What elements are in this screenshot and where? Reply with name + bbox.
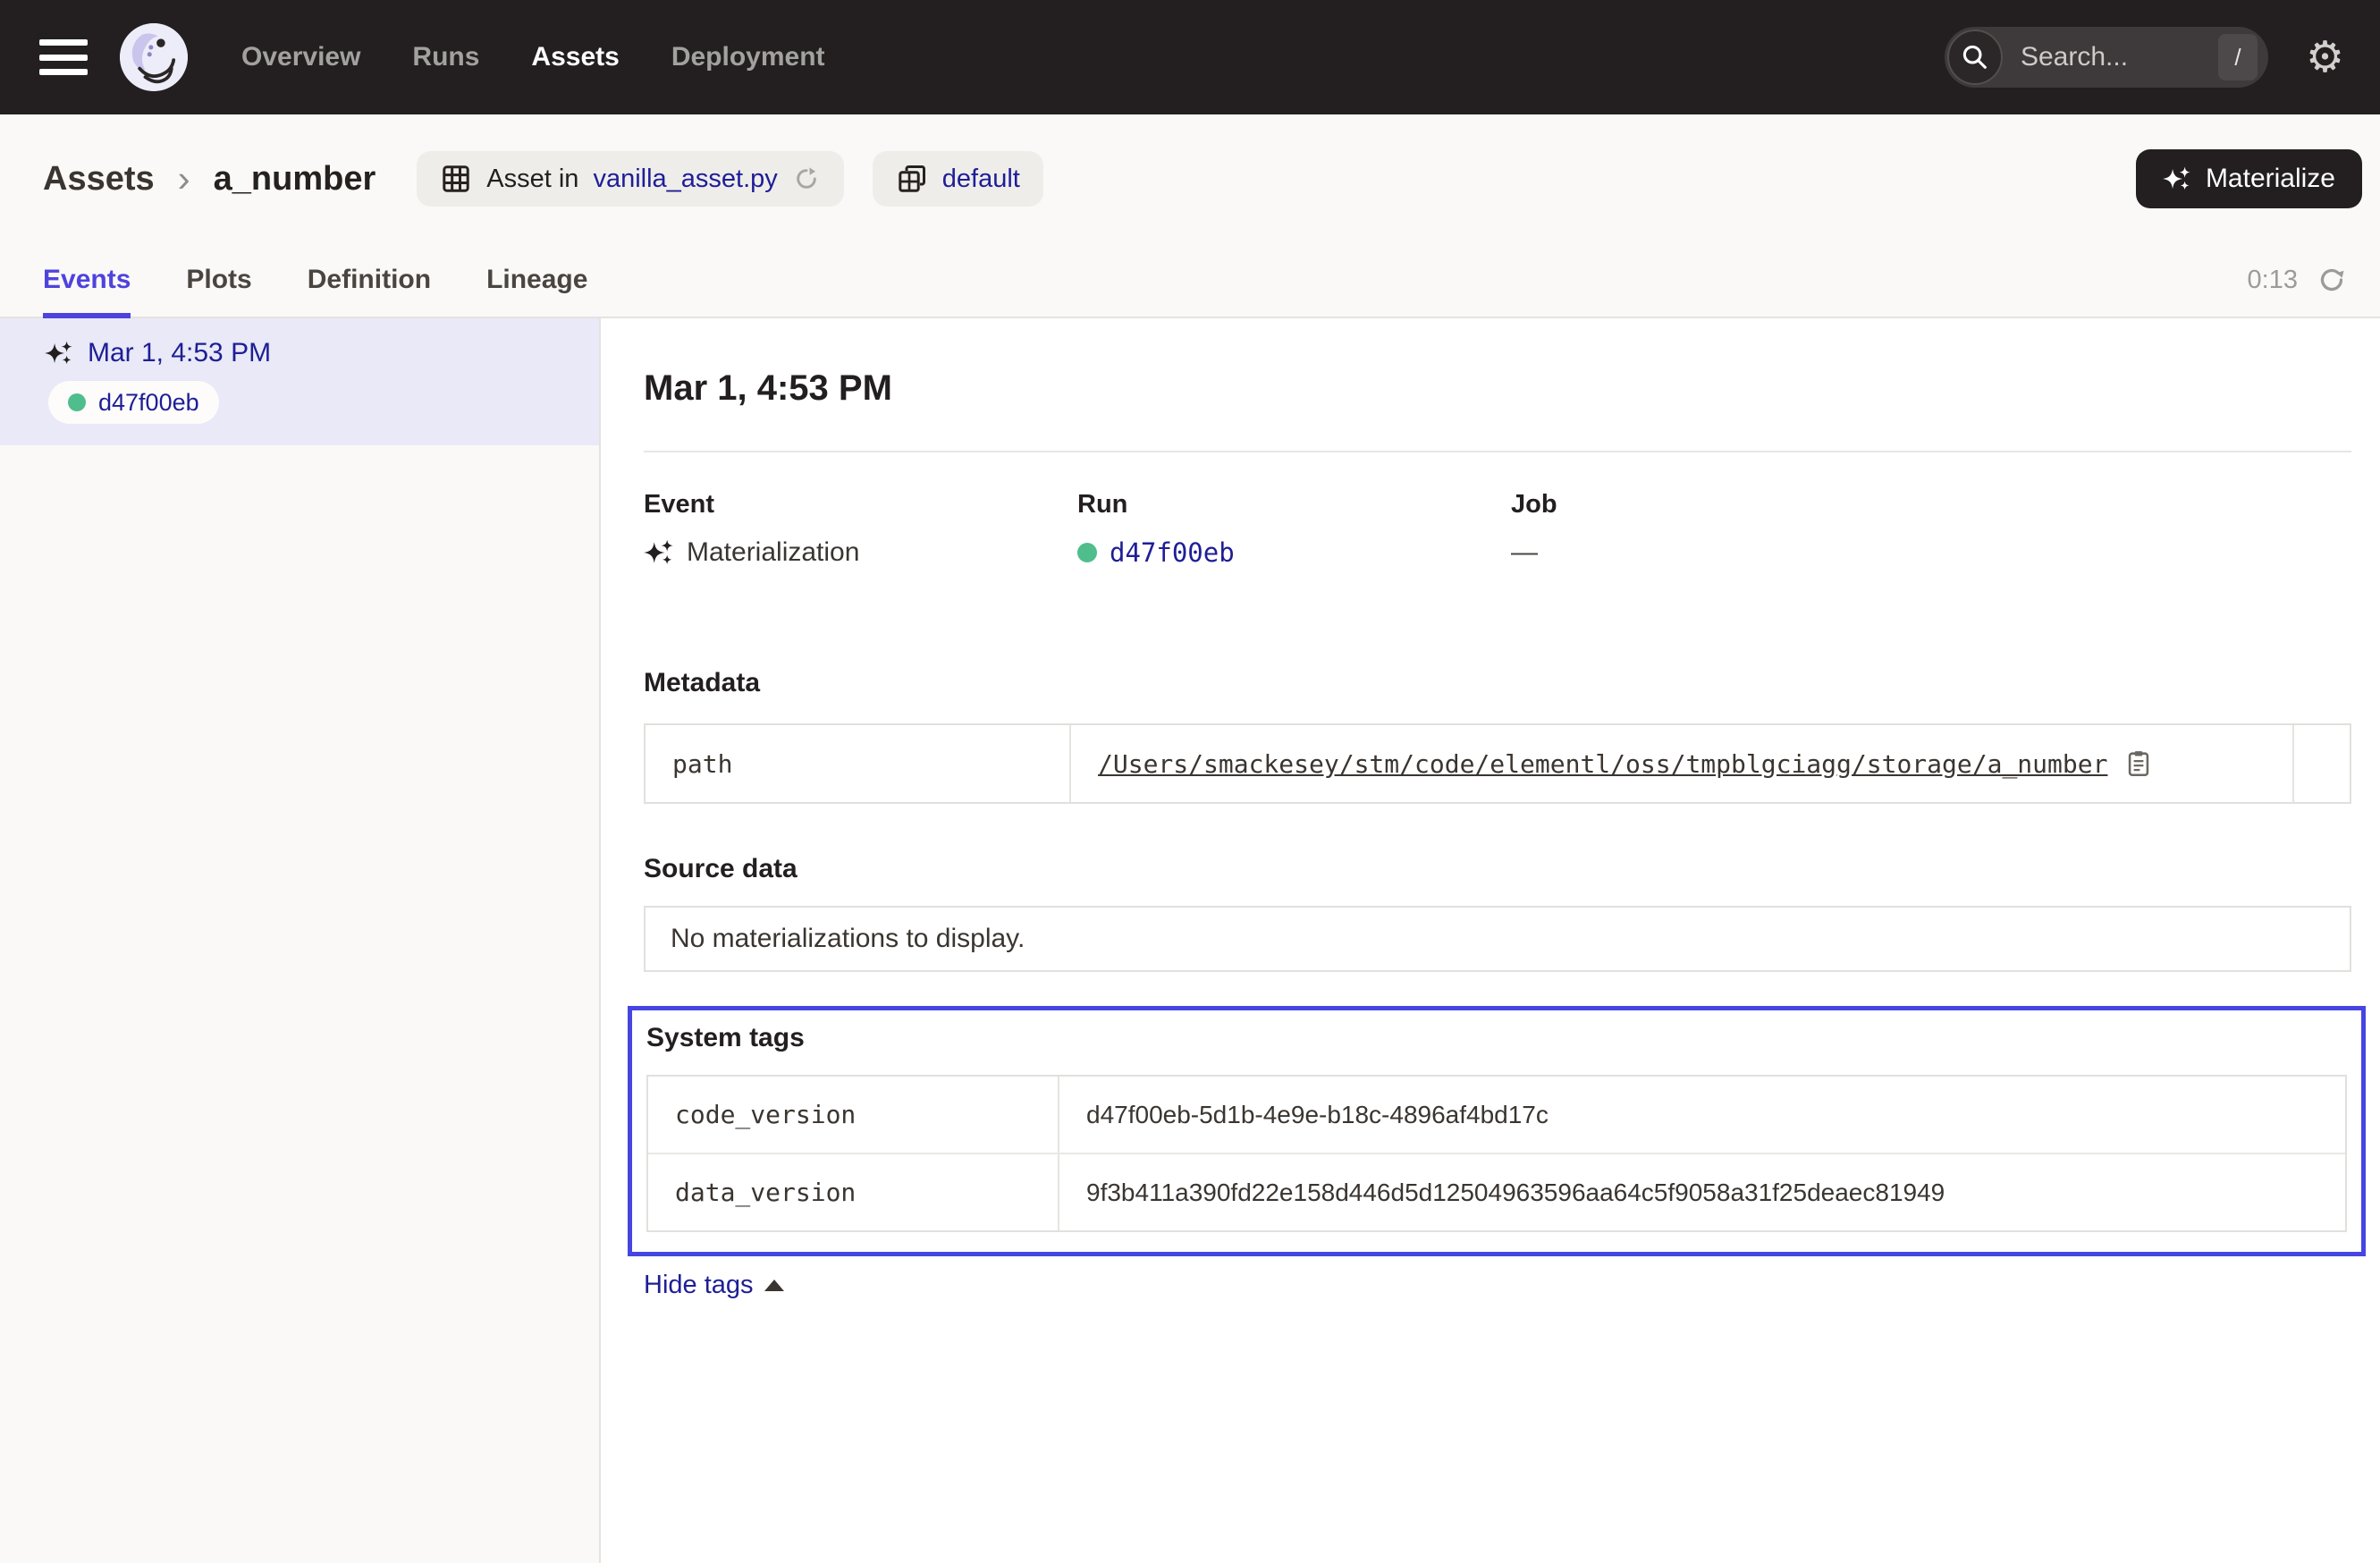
event-column: Event Materialization — [644, 490, 1077, 568]
metadata-heading: Metadata — [644, 668, 2351, 698]
hide-tags-label: Hide tags — [644, 1271, 754, 1300]
nav-runs[interactable]: Runs — [412, 42, 479, 72]
repo-badge[interactable]: default — [873, 151, 1043, 207]
metadata-table: path /Users/smackesey/stm/code/elementl/… — [644, 723, 2351, 804]
system-tag-value: d47f00eb-5d1b-4e9e-b18c-4896af4bd17c — [1086, 1101, 1549, 1129]
asset-header: Assets › a_number Asset in vanilla_asset… — [0, 114, 2380, 243]
hamburger-menu-icon[interactable] — [39, 39, 88, 75]
metadata-path-link[interactable]: /Users/smackesey/stm/code/elementl/oss/t… — [1098, 749, 2107, 779]
tab-lineage[interactable]: Lineage — [486, 243, 587, 317]
breadcrumb-assets-link[interactable]: Assets — [43, 160, 155, 199]
caret-up-icon — [764, 1280, 784, 1291]
tab-plots[interactable]: Plots — [186, 243, 251, 317]
repo-default-link[interactable]: default — [942, 165, 1020, 194]
search-box[interactable]: / — [1945, 27, 2268, 88]
event-run-id: d47f00eb — [98, 389, 199, 417]
divider — [644, 451, 2351, 452]
materialization-sparkle-icon — [644, 537, 674, 568]
copy-to-clipboard-icon[interactable] — [2123, 748, 2154, 779]
asset-definition-badge[interactable]: Asset in vanilla_asset.py — [417, 151, 844, 207]
nav-overview[interactable]: Overview — [241, 42, 360, 72]
event-timestamp-link[interactable]: Mar 1, 4:53 PM — [88, 338, 271, 368]
system-tag-key: code_version — [648, 1077, 1059, 1153]
refresh-countdown: 0:13 — [2248, 266, 2298, 295]
system-tag-value: 9f3b411a390fd22e158d446d5d12504963596aa6… — [1086, 1179, 1945, 1207]
nav-deployment[interactable]: Deployment — [671, 42, 825, 72]
run-column: Run d47f00eb — [1077, 490, 1511, 568]
primary-nav: Overview Runs Assets Deployment — [241, 42, 825, 72]
breadcrumb-chevron-icon: › — [178, 160, 190, 198]
refresh-icon[interactable] — [2316, 264, 2348, 296]
materialize-label: Materialize — [2206, 164, 2335, 194]
run-success-dot — [68, 393, 86, 411]
reload-code-location-icon[interactable] — [792, 165, 821, 193]
job-empty-value: — — [1511, 537, 1538, 568]
tab-events[interactable]: Events — [43, 243, 131, 317]
system-tags-heading: System tags — [646, 1023, 2347, 1053]
asset-file-link[interactable]: vanilla_asset.py — [593, 165, 777, 194]
event-list-item-selected[interactable]: Mar 1, 4:53 PM d47f00eb — [0, 318, 599, 445]
search-input[interactable] — [2021, 42, 2218, 72]
run-success-dot — [1077, 543, 1097, 562]
asset-badge-prefix: Asset in — [486, 165, 578, 194]
dagster-logo[interactable] — [120, 23, 188, 91]
top-nav: Overview Runs Assets Deployment / ⚙ — [0, 0, 2380, 114]
asset-tabs: Events Plots Definition Lineage 0:13 — [0, 243, 2380, 318]
job-column: Job — — [1511, 490, 1945, 568]
job-column-label: Job — [1511, 490, 1945, 520]
table-row: code_version d47f00eb-5d1b-4e9e-b18c-489… — [648, 1077, 2345, 1153]
hide-tags-link[interactable]: Hide tags — [644, 1271, 784, 1300]
asset-grid-icon — [440, 163, 472, 195]
search-shortcut-key: / — [2218, 34, 2258, 80]
settings-gear-icon[interactable]: ⚙ — [2306, 36, 2344, 79]
metadata-key: path — [646, 725, 1071, 802]
event-detail-title: Mar 1, 4:53 PM — [644, 367, 2351, 410]
run-column-label: Run — [1077, 490, 1511, 520]
event-list-sidebar: Mar 1, 4:53 PM d47f00eb — [0, 318, 601, 1563]
event-column-label: Event — [644, 490, 1077, 520]
table-row: data_version 9f3b411a390fd22e158d446d5d1… — [648, 1153, 2345, 1230]
materialize-button[interactable]: Materialize — [2136, 149, 2362, 208]
search-icon — [1947, 30, 2003, 85]
source-data-empty-message: No materializations to display. — [644, 906, 2351, 972]
nav-assets[interactable]: Assets — [531, 42, 619, 72]
repo-copies-icon — [896, 163, 928, 195]
event-detail-panel: Mar 1, 4:53 PM Event Materialization — [601, 318, 2380, 1563]
system-tag-key: data_version — [648, 1154, 1059, 1230]
system-tags-table: code_version d47f00eb-5d1b-4e9e-b18c-489… — [646, 1075, 2347, 1232]
event-type-value: Materialization — [687, 537, 859, 568]
system-tags-highlight-box: System tags code_version d47f00eb-5d1b-4… — [628, 1006, 2366, 1256]
materialization-sparkle-icon — [45, 339, 73, 368]
event-run-tag[interactable]: d47f00eb — [48, 381, 219, 424]
tab-definition[interactable]: Definition — [308, 243, 431, 317]
table-row: path /Users/smackesey/stm/code/elementl/… — [646, 725, 2350, 802]
sparkle-icon — [2163, 165, 2191, 193]
run-id-link[interactable]: d47f00eb — [1110, 537, 1235, 568]
metadata-row-action-cell — [2292, 725, 2350, 802]
source-data-heading: Source data — [644, 854, 2351, 884]
breadcrumb-asset-name: a_number — [214, 160, 376, 199]
